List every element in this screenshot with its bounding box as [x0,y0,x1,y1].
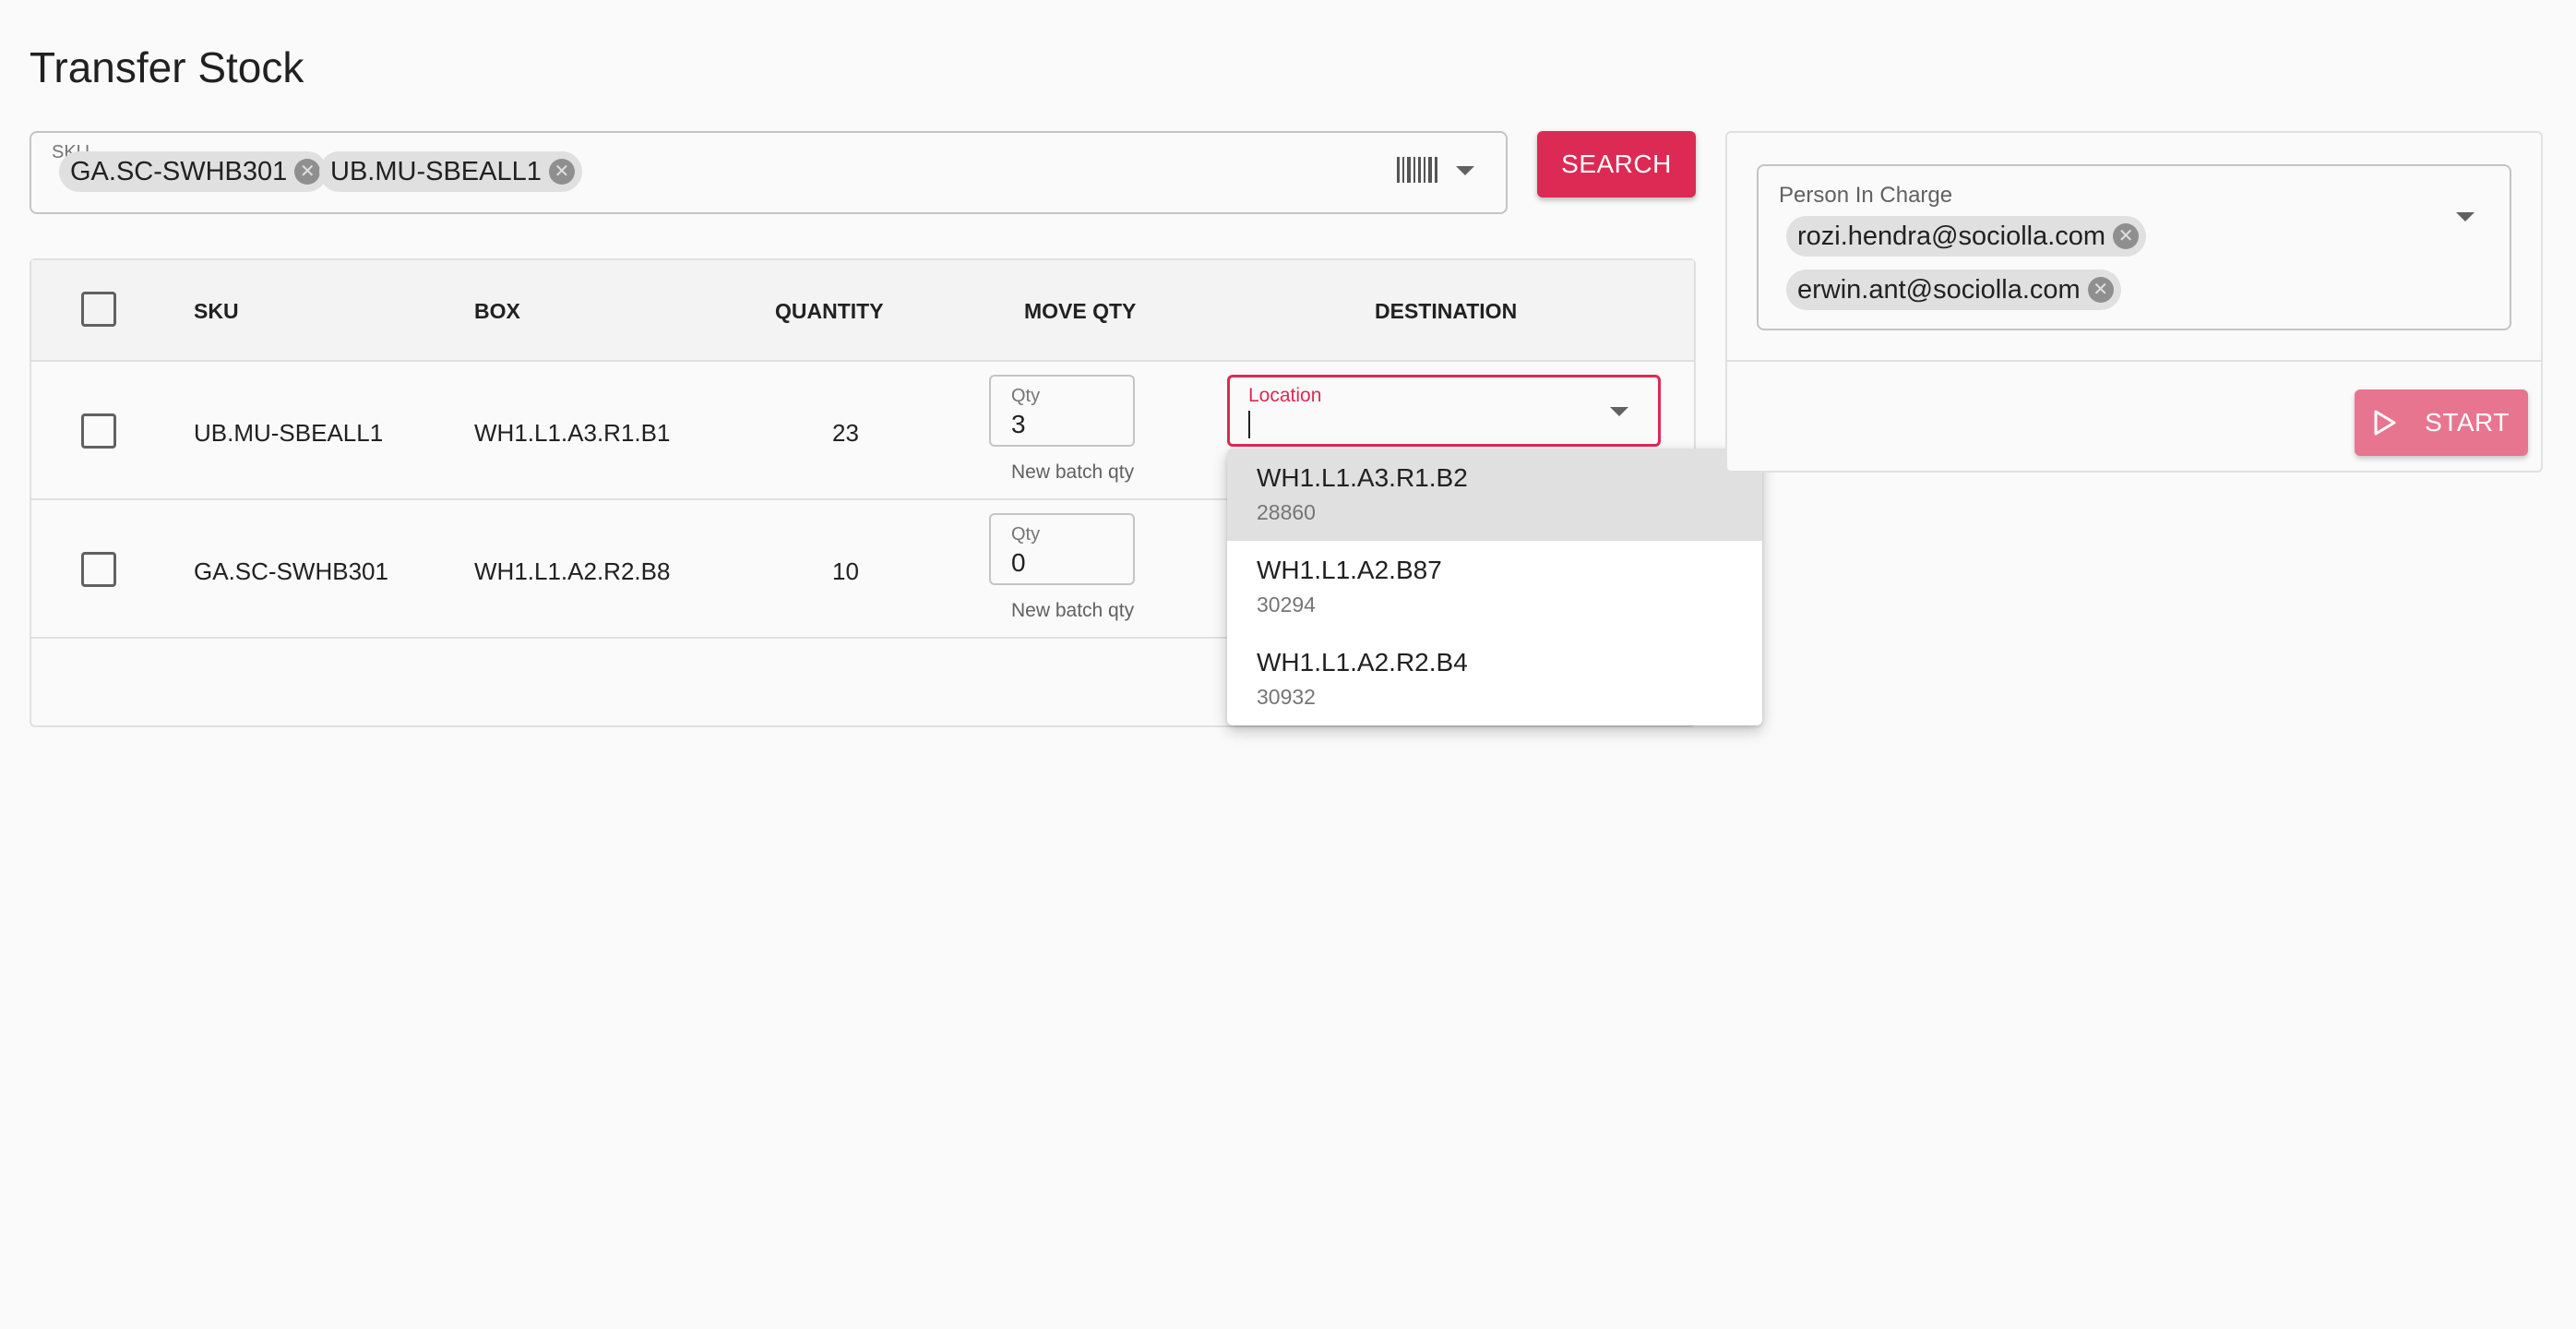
person-chip[interactable]: rozi.hendra@sociolla.com ✕ [1786,216,2147,257]
sku-chip-label: UB.MU-SBEALL1 [330,156,542,186]
header-move-qty: MOVE QTY [1024,299,1137,323]
remove-chip-icon[interactable]: ✕ [294,159,321,185]
text-cursor [1248,411,1250,438]
sku-chip[interactable]: GA.SC-SWHB301 ✕ [59,151,328,192]
search-button[interactable]: SEARCH [1537,131,1696,198]
header-quantity: QUANTITY [775,299,884,323]
location-option-name: WH1.L1.A2.B87 [1257,556,1442,584]
person-chip-label: rozi.hendra@sociolla.com [1797,221,2106,251]
row-sku: UB.MU-SBEALL1 [194,419,384,447]
page-title: Transfer Stock [30,43,304,91]
row-checkbox[interactable] [81,413,116,449]
location-option-code: 30932 [1257,685,1316,709]
row-quantity: 10 [832,557,859,585]
person-in-charge-field[interactable]: Person In Charge rozi.hendra@sociolla.co… [1757,164,2511,330]
assignment-panel: Person In Charge rozi.hendra@sociolla.co… [1725,131,2543,473]
location-dropdown-menu: WH1.L1.A3.R1.B2 28860 WH1.L1.A2.B87 3029… [1227,449,1762,725]
location-option-name: WH1.L1.A2.R2.B4 [1257,648,1468,676]
move-qty-input[interactable]: Qty 3 [989,375,1135,447]
sku-chip-label: GA.SC-SWHB301 [70,156,288,186]
barcode-icon[interactable] [1397,157,1439,183]
select-all-checkbox[interactable] [81,292,116,327]
row-checkbox[interactable] [81,552,116,587]
start-button-label: START [2425,408,2510,437]
chevron-down-icon[interactable] [1610,407,1628,416]
qty-value: 0 [1011,548,1026,577]
qty-helper-text: New batch qty [1011,600,1135,621]
location-option-name: WH1.L1.A3.R1.B2 [1257,463,1468,492]
location-option[interactable]: WH1.L1.A2.B87 30294 [1227,541,1762,633]
person-chip-label: erwin.ant@sociolla.com [1797,274,2081,305]
location-option[interactable]: WH1.L1.A3.R1.B2 28860 [1227,449,1762,541]
location-label: Location [1248,385,1322,406]
remove-chip-icon[interactable]: ✕ [2113,223,2140,249]
person-in-charge-label: Person In Charge [1779,183,1953,208]
destination-location-field[interactable]: Location [1227,375,1661,447]
remove-chip-icon[interactable]: ✕ [2087,277,2114,303]
header-sku: SKU [194,299,239,323]
qty-value: 3 [1011,410,1026,438]
chevron-down-icon[interactable] [1456,166,1474,175]
table-header: SKU BOX QUANTITY MOVE QTY DESTINATION [31,260,1694,362]
sku-chip[interactable]: UB.MU-SBEALL1 ✕ [319,151,582,192]
row-box: WH1.L1.A2.R2.B8 [474,557,671,585]
qty-label: Qty [1011,386,1041,406]
location-option-code: 30294 [1257,593,1316,617]
row-quantity: 23 [832,419,859,447]
header-box: BOX [474,299,520,323]
move-qty-input[interactable]: Qty 0 [989,513,1135,585]
header-destination: DESTINATION [1375,299,1518,323]
play-outline-icon [2374,410,2396,436]
sku-filter-field[interactable]: SKU..... GA.SC-SWHB301 ✕ UB.MU-SBEALL1 ✕ [30,131,1508,214]
chevron-down-icon[interactable] [2456,212,2475,222]
person-chip[interactable]: erwin.ant@sociolla.com ✕ [1786,269,2121,310]
remove-chip-icon[interactable]: ✕ [548,159,575,185]
row-sku: GA.SC-SWHB301 [194,557,388,585]
location-option-code: 28860 [1257,500,1316,524]
start-button[interactable]: START [2355,389,2528,456]
qty-label: Qty [1011,524,1041,545]
row-box: WH1.L1.A3.R1.B1 [474,419,671,447]
panel-divider [1727,360,2541,362]
location-option[interactable]: WH1.L1.A2.R2.B4 30932 [1227,633,1762,725]
qty-helper-text: New batch qty [1011,461,1135,483]
